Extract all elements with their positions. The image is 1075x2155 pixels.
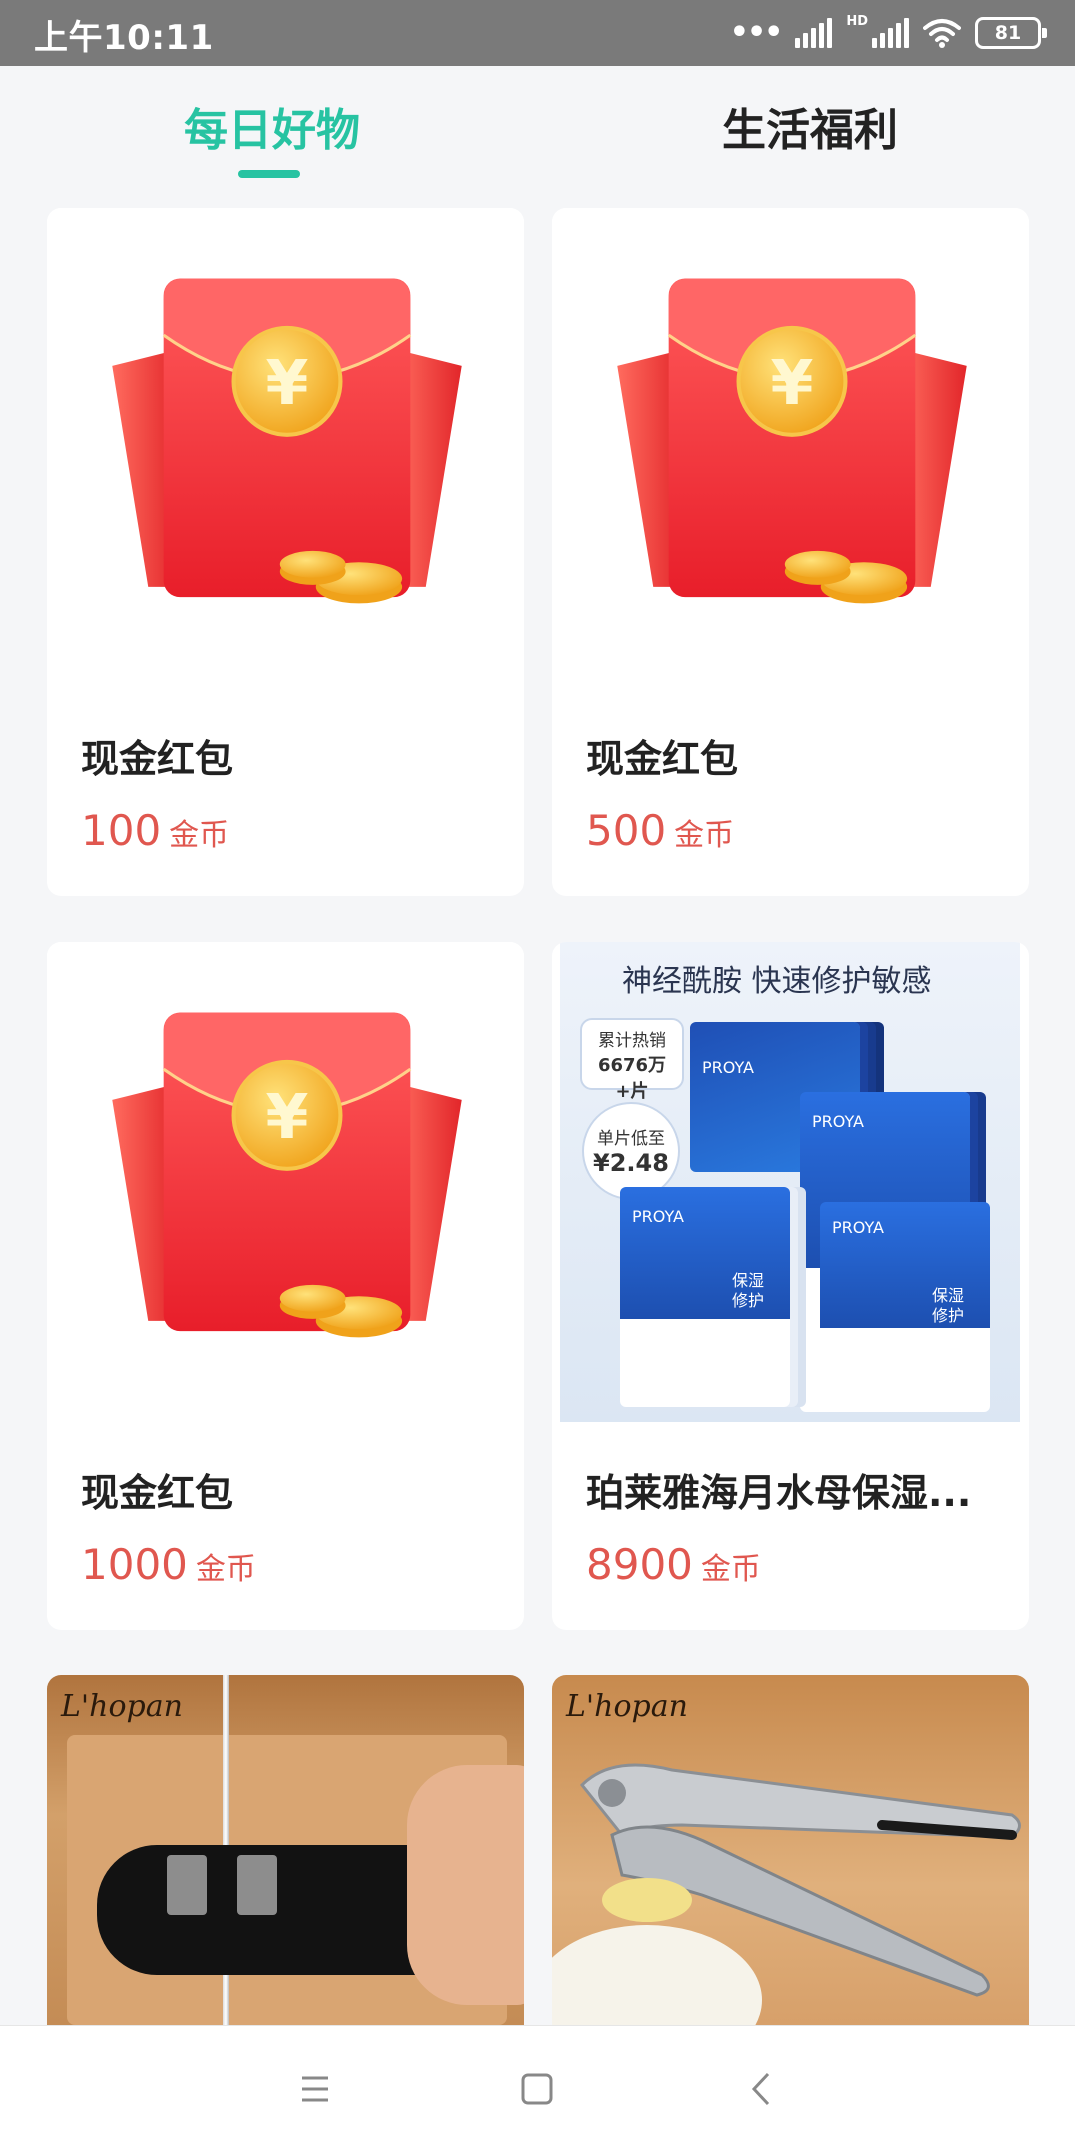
price-value: 100 xyxy=(81,806,162,855)
system-nav-bar xyxy=(0,2025,1075,2155)
mask-packet: PROYA 保湿 修护 xyxy=(820,1202,990,1412)
product-price: 500 金币 xyxy=(586,806,734,855)
home-icon[interactable] xyxy=(512,2064,562,2114)
product-price: 100 金币 xyxy=(81,806,229,855)
hd-label: HD xyxy=(846,14,868,29)
badge-sales: 累计热销 6676万+片 xyxy=(580,1018,684,1102)
signal-icon xyxy=(795,18,833,48)
mask-brand: PROYA xyxy=(832,1218,884,1237)
badge-price: 单片低至 ¥2.48 xyxy=(582,1102,680,1200)
menu-icon[interactable] xyxy=(290,2064,340,2114)
hand xyxy=(407,1765,524,2005)
price-value: 8900 xyxy=(586,1540,693,1589)
status-time: 上午10:11 xyxy=(34,18,214,58)
mask-packet: PROYA 保湿 修护 xyxy=(620,1187,790,1407)
brand-logo: L'hopan xyxy=(61,1689,183,1724)
knife-sharpener-image: L'hopan xyxy=(47,1675,524,2025)
badge-price-line1: 单片低至 xyxy=(597,1129,665,1149)
price-value: 1000 xyxy=(81,1540,188,1589)
badge-price-line2: ¥2.48 xyxy=(593,1149,669,1177)
mask-tag-2: 修护 xyxy=(932,1306,965,1325)
more-dots-icon: ••• xyxy=(729,15,784,50)
mask-brand: PROYA xyxy=(632,1207,684,1226)
mask-brand: PROYA xyxy=(812,1112,864,1131)
badge-sales-line2: 6676万+片 xyxy=(597,1055,667,1102)
badge-sales-line1: 累计热销 xyxy=(598,1031,666,1051)
garlic-press-tool xyxy=(579,1763,1021,1997)
red-packet-image xyxy=(47,942,524,1422)
product-price: 8900 金币 xyxy=(586,1540,761,1589)
tab-daily-goods[interactable]: 每日好物 xyxy=(184,94,360,158)
tab-bar: 每日好物 生活福利 xyxy=(0,66,1075,196)
product-title: 珀莱雅海月水母保湿... xyxy=(586,1471,972,1515)
product-price: 1000 金币 xyxy=(81,1540,256,1589)
signal-icon-2 xyxy=(872,18,909,48)
mask-tag-2: 修护 xyxy=(732,1291,765,1310)
face-mask-image: 神经酰胺 快速修护敏感 累计热销 6676万+片 单片低至 ¥2.48 PROY… xyxy=(560,942,1020,1422)
price-unit: 金币 xyxy=(169,818,230,853)
status-bar: 上午10:11 ••• HD 81 xyxy=(0,0,1075,66)
price-unit: 金币 xyxy=(674,818,735,853)
battery-level: 81 xyxy=(994,22,1022,44)
price-value: 500 xyxy=(586,806,667,855)
product-card[interactable]: L'hopan xyxy=(552,1675,1029,2025)
red-packet-image xyxy=(552,208,1029,688)
product-card[interactable]: L'hopan xyxy=(47,1675,524,2025)
product-title: 现金红包 xyxy=(81,737,234,781)
product-title: 现金红包 xyxy=(81,1471,234,1515)
back-icon[interactable] xyxy=(738,2064,788,2114)
price-unit: 金币 xyxy=(195,1552,256,1587)
wifi-icon xyxy=(923,19,961,48)
garlic-press-image: L'hopan xyxy=(552,1675,1029,2025)
product-card[interactable]: 现金红包 500 金币 xyxy=(552,208,1029,896)
product-title: 现金红包 xyxy=(586,737,739,781)
active-tab-indicator xyxy=(238,170,300,178)
tab-life-benefits[interactable]: 生活福利 xyxy=(722,94,898,158)
red-packet-image xyxy=(47,208,524,688)
product-card[interactable]: 现金红包 100 金币 xyxy=(47,208,524,896)
product-card[interactable]: 现金红包 1000 金币 xyxy=(47,942,524,1630)
sharpener-slot xyxy=(167,1855,207,1915)
price-unit: 金币 xyxy=(700,1552,761,1587)
product-card[interactable]: 神经酰胺 快速修护敏感 累计热销 6676万+片 单片低至 ¥2.48 PROY… xyxy=(552,942,1029,1630)
sharpener-slot xyxy=(237,1855,277,1915)
status-icons: ••• HD 81 xyxy=(729,14,1047,52)
image-headline: 神经酰胺 快速修护敏感 xyxy=(622,964,932,999)
battery-icon: 81 xyxy=(975,17,1047,49)
mask-brand: PROYA xyxy=(702,1058,754,1077)
